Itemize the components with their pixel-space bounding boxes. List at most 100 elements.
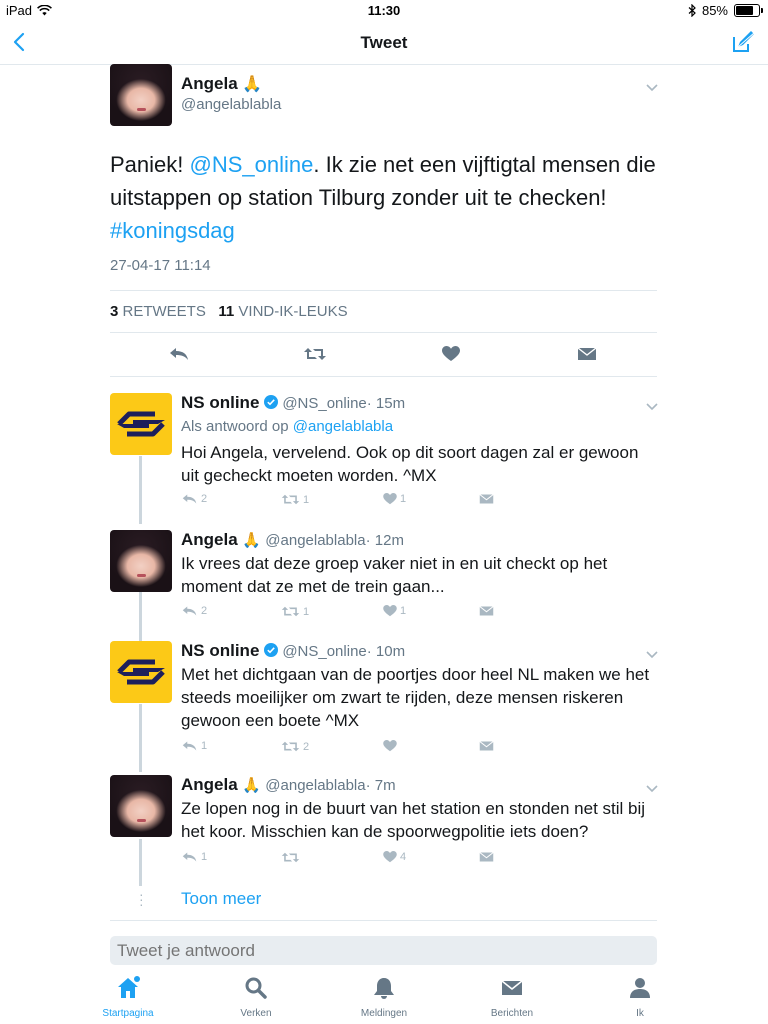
avatar[interactable] [110,775,172,837]
author-name: Angela [181,74,238,93]
retweet-action[interactable]: 2 [281,740,309,753]
show-more-link[interactable]: Toon meer [181,889,261,909]
reply-action[interactable]: 2 [181,493,207,505]
in-reply-to-label: Als antwoord op [181,418,289,435]
verified-icon [263,643,278,657]
in-reply-to: Als antwoord op @angelablabla [181,418,393,435]
tweet-text-part: Paniek! [110,152,190,177]
avatar[interactable] [110,641,172,703]
envelope-icon [479,852,494,862]
retweet-action[interactable]: 1 [281,493,309,506]
avatar[interactable] [110,530,172,592]
battery-percent: 85% [701,3,728,18]
divider [110,332,657,333]
retweet-count: 1 [303,605,310,618]
reply-header: Angela 🙏 @angelablabla· 12m [181,530,404,550]
retweet-action[interactable]: 1 [281,605,309,618]
avatar-lips [137,574,146,577]
direct-message-button[interactable] [574,344,600,364]
divider [110,920,657,921]
like-count: 1 [400,493,407,505]
envelope-icon [577,347,597,360]
like-count: 1 [400,605,407,617]
avatar[interactable] [110,393,172,455]
tab-label: Startpagina [102,1008,154,1019]
likes-stat[interactable]: 11 VIND-IK-LEUKS [218,303,347,320]
search-icon [245,977,267,999]
retweet-icon [281,741,300,752]
reply-button[interactable] [166,344,192,364]
heart-icon [383,605,397,617]
tweet-stats: 3 RETWEETS 11 VIND-IK-LEUKS [110,303,348,320]
chevron-down-icon[interactable] [645,401,659,411]
reply-header: NS online @NS_online· 10m [181,641,405,661]
tab-bar: Startpagina Verken Meldingen Berichten I… [0,971,768,1024]
reply-icon [182,741,197,751]
envelope-icon [501,980,523,995]
bluetooth-icon [688,4,696,17]
envelope-icon [479,494,494,504]
retweets-stat[interactable]: 3 RETWEETS [110,303,206,320]
reply-action[interactable]: 1 [181,740,207,752]
envelope-icon [479,741,494,751]
tweet-author[interactable]: Angela 🙏 [181,74,262,94]
nav-bar: Tweet [0,22,768,65]
heart-icon [383,493,397,505]
status-bar: iPad 11:30 85% [0,0,768,22]
chevron-down-icon[interactable] [645,783,659,793]
dm-action[interactable] [479,740,494,752]
author-name[interactable]: NS online [181,641,259,660]
like-action[interactable]: 1 [383,493,406,505]
author-name[interactable]: Angela [181,530,238,549]
author-name[interactable]: Angela [181,775,238,794]
like-action[interactable]: 1 [383,605,406,617]
tab-meldingen[interactable]: Meldingen [334,975,434,1019]
retweet-action[interactable] [281,851,303,864]
author-name[interactable]: NS online [181,393,259,412]
retweets-label: RETWEETS [122,303,206,320]
clock: 11:30 [367,3,401,18]
tab-verken[interactable]: Verken [206,975,306,1019]
retweet-count: 1 [303,493,310,506]
retweet-icon [304,348,326,360]
reply-text: Hoi Angela, vervelend. Ook op dit soort … [181,443,639,485]
likes-count: 11 [218,303,235,320]
tab-label: Berichten [490,1008,534,1019]
tab-startpagina[interactable]: Startpagina [78,975,178,1019]
mention-link[interactable]: @NS_online [190,152,314,177]
verified-icon [263,395,278,409]
tab-berichten[interactable]: Berichten [462,975,562,1019]
author-handle: @angelablabla [265,777,366,794]
compose-icon[interactable] [730,29,756,55]
reply-count: 2 [201,605,208,617]
dm-action[interactable] [479,605,494,617]
reply-count: 1 [201,740,208,752]
divider [110,290,657,291]
like-count: 4 [400,851,407,863]
like-button[interactable] [439,344,463,364]
avatar[interactable] [110,64,172,126]
reply-action[interactable]: 2 [181,605,207,617]
chevron-down-icon[interactable] [645,82,659,92]
tab-label: Ik [636,1008,644,1019]
reply-input[interactable] [110,936,657,965]
tab-label: Meldingen [360,1008,408,1019]
ns-logo-icon [117,659,165,685]
retweet-button[interactable] [301,344,329,364]
retweet-icon [281,852,300,863]
author-handle: @NS_online [282,643,367,660]
praying-hands-emoji: 🙏 [242,532,261,549]
retweet-icon [281,606,300,617]
reply-time: · 7m [365,777,396,794]
avatar-lips [137,819,146,822]
like-action[interactable]: 4 [383,851,406,863]
chevron-down-icon[interactable] [645,649,659,659]
tab-ik[interactable]: Ik [590,975,690,1019]
dm-action[interactable] [479,493,494,505]
like-action[interactable] [383,740,400,752]
dm-action[interactable] [479,851,494,863]
in-reply-to-link[interactable]: @angelablabla [293,418,393,435]
tab-label: Verken [240,1008,272,1019]
reply-action[interactable]: 1 [181,851,207,863]
hashtag-link[interactable]: #koningsdag [110,218,235,243]
